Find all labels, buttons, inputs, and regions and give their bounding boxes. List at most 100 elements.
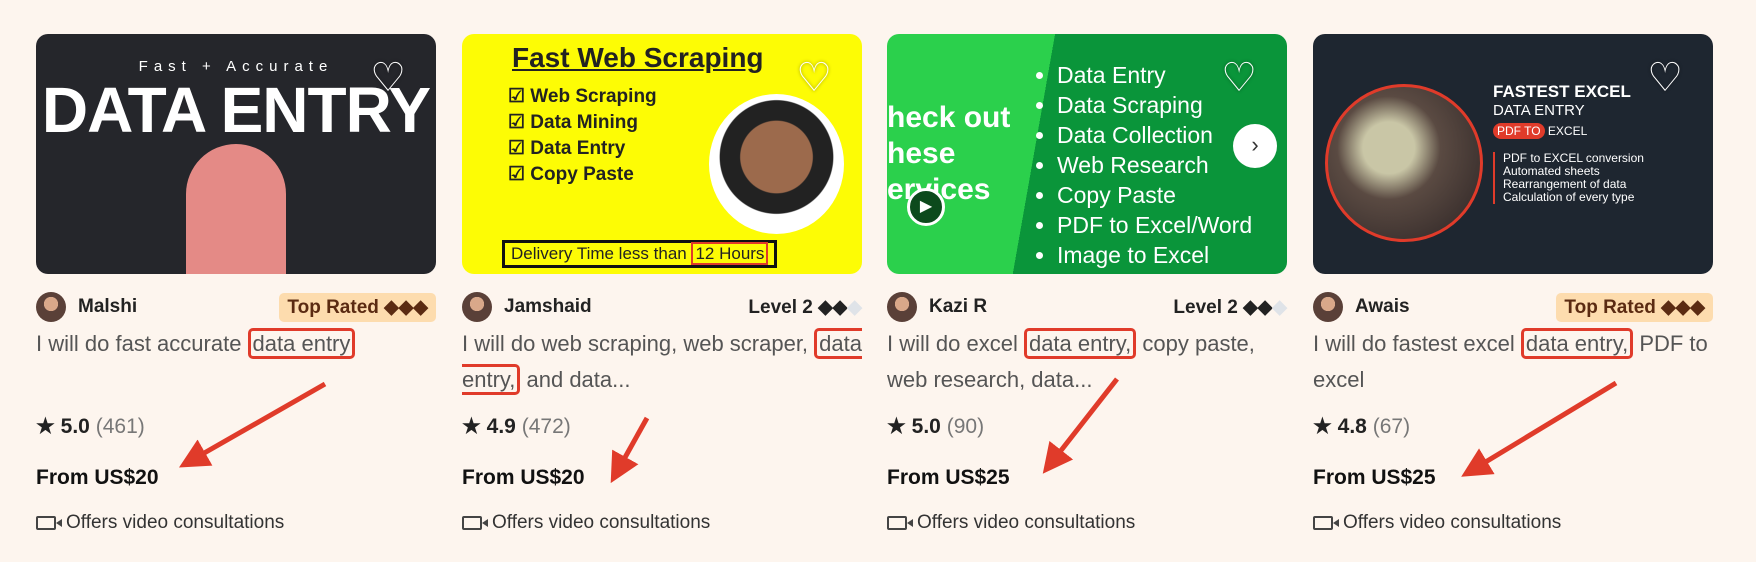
video-consultation: Offers video consultations [1313, 512, 1561, 534]
title-text: I will do fast accurate [36, 331, 248, 356]
seller-name[interactable]: Malshi [78, 296, 137, 318]
gig-card[interactable]: FASTEST EXCEL DATA ENTRY PDF TO EXCEL PD… [1313, 34, 1713, 533]
thumb-tag-text: EXCEL [1544, 124, 1588, 138]
seller-name[interactable]: Kazi R [929, 296, 987, 318]
seller-row: Jamshaid Level 2 ◆◆◆ [462, 292, 862, 322]
seller-row: Kazi R Level 2 ◆◆◆ [887, 292, 1287, 322]
seller-photo [186, 144, 286, 274]
gig-card[interactable]: Fast + Accurate DATA ENTRY ♡ Malshi Top … [36, 34, 436, 533]
video-label: Offers video consultations [917, 512, 1136, 533]
diamond-icon: ◆◆ [1243, 296, 1273, 318]
star-icon: ★ [887, 415, 906, 438]
seller-row: Malshi Top Rated ◆◆◆ [36, 292, 436, 322]
thumb-item: PDF to Excel/Word [1057, 210, 1252, 240]
level-badge: Top Rated ◆◆◆ [279, 292, 436, 322]
thumb-list: Data Entry Data Scraping Data Collection… [1037, 60, 1252, 270]
thumb-tag-hl: PDF TO [1493, 123, 1545, 139]
review-count: (90) [946, 415, 985, 438]
gig-title[interactable]: I will do web scraping, web scraper, dat… [462, 326, 862, 398]
video-label: Offers video consultations [1343, 512, 1562, 533]
thumb-item: Image to Excel [1057, 240, 1252, 270]
gig-title[interactable]: I will do excel data entry, copy paste, … [887, 326, 1287, 398]
gig-card[interactable]: Fast Web Scraping ☑ Web Scraping ☑ Data … [462, 34, 862, 533]
thumb-item: Calculation of every type [1503, 190, 1635, 204]
diamond-icon: ◆◆◆ [1661, 296, 1705, 318]
heart-icon[interactable]: ♡ [796, 58, 832, 98]
rating: ★ 4.8 (67) [1313, 414, 1410, 439]
thumb-photo [1325, 84, 1483, 242]
seller-name[interactable]: Jamshaid [504, 296, 592, 318]
gig-thumbnail[interactable]: heck out hese ervices Data Entry Data Sc… [887, 34, 1287, 274]
level-badge: Level 2 ◆◆◆ [1173, 296, 1287, 319]
avatar[interactable] [887, 292, 917, 322]
thumb-item: Copy Paste [1057, 180, 1252, 210]
gig-title[interactable]: I will do fast accurate data entry [36, 326, 436, 362]
price: From US$25 [1313, 466, 1436, 489]
level-label: Top Rated [287, 296, 379, 318]
thumb-title: FASTEST EXCEL [1493, 82, 1631, 101]
gig-card[interactable]: heck out hese ervices Data Entry Data Sc… [887, 34, 1287, 533]
highlight-box: data entry [247, 328, 356, 359]
level-label: Level 2 [1173, 296, 1238, 318]
thumb-list: ☑ Web Scraping ☑ Data Mining ☑ Data Entr… [508, 84, 657, 188]
highlight-box: data entry, [1520, 328, 1634, 359]
price: From US$25 [887, 466, 1010, 489]
thumb-title: Fast Web Scraping [512, 42, 764, 73]
review-count: (67) [1372, 415, 1411, 438]
avatar[interactable] [462, 292, 492, 322]
gig-title[interactable]: I will do fastest excel data entry, PDF … [1313, 326, 1713, 398]
seller-row: Awais Top Rated ◆◆◆ [1313, 292, 1713, 322]
rating: ★ 4.9 (472) [462, 414, 571, 439]
delivery-highlight: 12 Hours [691, 242, 769, 265]
diamond-icon: ◆ [1272, 296, 1287, 318]
chevron-right-icon[interactable]: › [1233, 124, 1277, 168]
level-label: Top Rated [1564, 296, 1656, 318]
review-count: (461) [95, 415, 145, 438]
gig-thumbnail[interactable]: Fast + Accurate DATA ENTRY ♡ [36, 34, 436, 274]
video-icon [887, 516, 913, 530]
video-icon [1313, 516, 1339, 530]
star-icon: ★ [1313, 415, 1332, 438]
video-label: Offers video consultations [492, 512, 711, 533]
price: From US$20 [462, 466, 585, 489]
heart-icon[interactable]: ♡ [370, 58, 406, 98]
thumb-item: ☑ Copy Paste [508, 164, 634, 185]
diamond-icon: ◆ [847, 296, 862, 318]
video-consultation: Offers video consultations [462, 512, 710, 534]
arrow-annotation [610, 416, 650, 484]
avatar[interactable] [36, 292, 66, 322]
thumb-list: PDF to EXCEL conversion Automated sheets… [1493, 152, 1644, 204]
rating: ★ 5.0 (461) [36, 414, 145, 439]
level-badge: Level 2 ◆◆◆ [748, 296, 862, 319]
heart-icon[interactable]: ♡ [1647, 58, 1683, 98]
title-text: I will do excel [887, 331, 1024, 356]
gig-thumbnail[interactable]: Fast Web Scraping ☑ Web Scraping ☑ Data … [462, 34, 862, 274]
video-consultation: Offers video consultations [36, 512, 284, 534]
thumb-item: ☑ Data Entry [508, 138, 626, 159]
video-consultation: Offers video consultations [887, 512, 1135, 534]
level-label: Level 2 [748, 296, 813, 318]
title-text: I will do web scraping, web scraper, [462, 331, 815, 356]
diamond-icon: ◆◆ [818, 296, 848, 318]
play-icon[interactable]: ▶ [907, 188, 945, 226]
gig-thumbnail[interactable]: FASTEST EXCEL DATA ENTRY PDF TO EXCEL PD… [1313, 34, 1713, 274]
title-text: and data... [520, 367, 631, 392]
delivery-text: Delivery Time less than [511, 244, 692, 263]
video-icon [462, 516, 488, 530]
thumb-item: Web Research [1057, 150, 1252, 180]
thumb-item: ☑ Data Mining [508, 112, 638, 133]
title-text: I will do fastest excel [1313, 331, 1521, 356]
arrow-annotation [178, 381, 327, 468]
rating-value: 5.0 [911, 415, 941, 438]
review-count: (472) [521, 415, 571, 438]
thumb-left-text: heck out hese ervices [887, 101, 1011, 206]
rating-value: 4.8 [1337, 415, 1367, 438]
video-icon [36, 516, 62, 530]
price: From US$20 [36, 466, 159, 489]
seller-photo [709, 94, 844, 234]
heart-icon[interactable]: ♡ [1221, 58, 1257, 98]
delivery-banner: Delivery Time less than 12 Hours [502, 240, 778, 268]
diamond-icon: ◆◆◆ [384, 296, 428, 318]
avatar[interactable] [1313, 292, 1343, 322]
seller-name[interactable]: Awais [1355, 296, 1410, 318]
